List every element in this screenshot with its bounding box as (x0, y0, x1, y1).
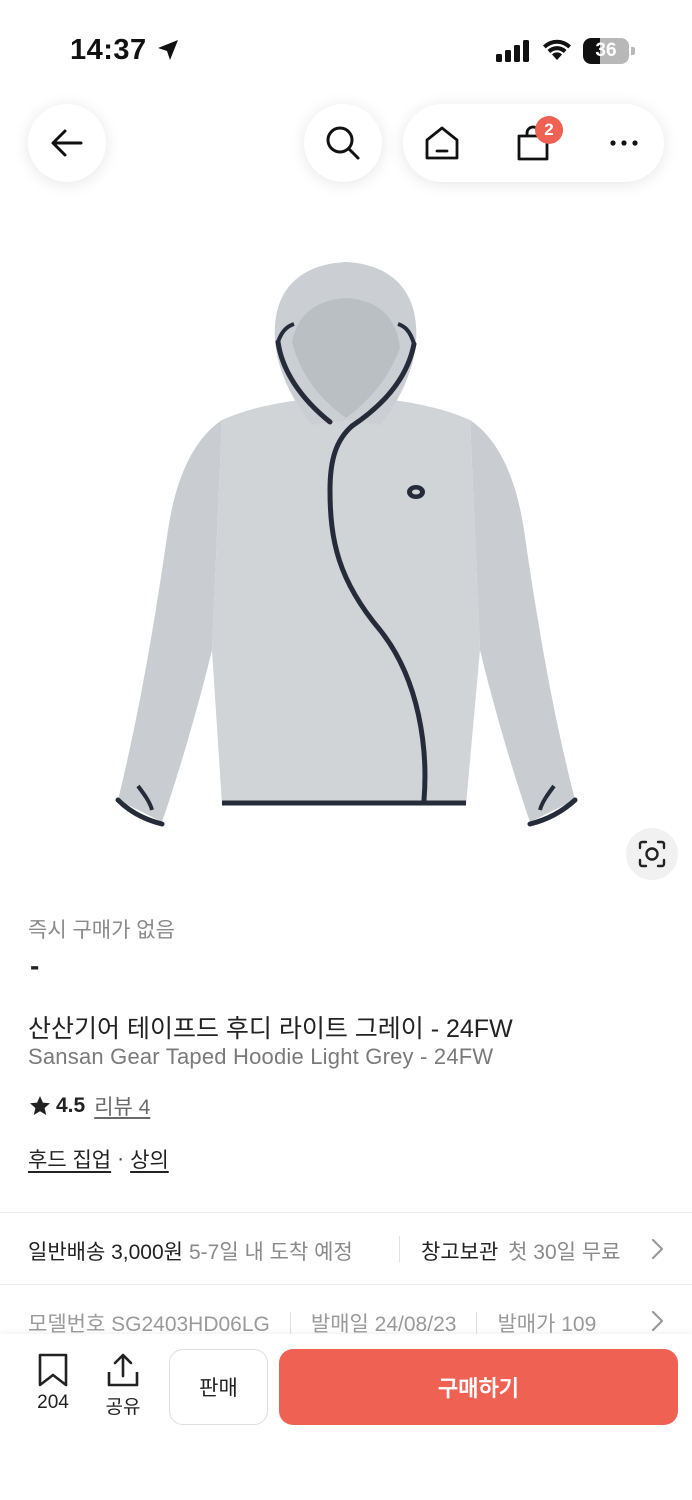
category-breadcrumb: 후드 집업 · 상의 (28, 1144, 169, 1174)
model-number: 모델번호 SG2403HD06LG (28, 1313, 270, 1334)
storage-label: 창고보관 (421, 1241, 499, 1264)
star-icon (30, 1096, 50, 1115)
cellular-signal-icon (496, 40, 529, 62)
product-title-en: Sansan Gear Taped Hoodie Light Grey - 24… (28, 1044, 494, 1069)
rating-score: 4.5 (56, 1094, 86, 1117)
more-icon (610, 140, 638, 146)
home-icon (425, 126, 459, 160)
location-arrow-icon (158, 40, 178, 60)
wifi-icon (543, 39, 571, 60)
share-label: 공유 (105, 1397, 141, 1418)
lens-scan-icon (638, 840, 666, 868)
category-link-tops[interactable]: 상의 (130, 1144, 169, 1174)
divider (0, 1284, 692, 1285)
share-button[interactable]: 공유 (95, 1352, 151, 1419)
search-button[interactable] (304, 104, 382, 182)
battery-indicator: 36 (583, 38, 635, 64)
bottom-action-bar: 204 공유 판매 구매하기 (0, 1334, 692, 1500)
battery-percent: 36 (595, 40, 617, 61)
image-search-button[interactable] (626, 828, 678, 880)
price-value: - (30, 950, 40, 981)
product-meta-row[interactable]: 모델번호 SG2403HD06LG 발매일 24/08/23 발매가 109 (0, 1286, 692, 1334)
search-icon (326, 126, 360, 160)
sell-button[interactable]: 판매 (169, 1349, 268, 1425)
chevron-right-icon (651, 1238, 664, 1260)
vertical-divider (399, 1236, 400, 1262)
category-separator: · (117, 1147, 125, 1170)
storage-note: 첫 30일 무료 (508, 1241, 621, 1264)
review-link[interactable]: 리뷰 4 (94, 1091, 150, 1121)
buy-button[interactable]: 구매하기 (279, 1349, 678, 1425)
bookmark-icon (38, 1353, 68, 1387)
bookmark-button[interactable]: 204 (25, 1352, 81, 1414)
more-button[interactable] (604, 123, 644, 163)
share-icon (107, 1353, 139, 1387)
back-arrow-icon (51, 129, 83, 157)
category-link-hood-zipup[interactable]: 후드 집업 (28, 1144, 111, 1174)
shipping-row[interactable]: 일반배송 3,000원 5-7일 내 도착 예정 창고보관 첫 30일 무료 (0, 1213, 692, 1283)
shipping-eta: 5-7일 내 도착 예정 (189, 1241, 353, 1264)
release-date: 발매일 24/08/23 (310, 1313, 457, 1334)
rating-row: 4.5 리뷰 4 (28, 1092, 150, 1120)
back-button[interactable] (28, 104, 106, 182)
release-price: 발매가 109 (497, 1313, 597, 1334)
chevron-right-icon (651, 1310, 664, 1332)
product-title-ko: 산산기어 테이프드 후디 라이트 그레이 - 24FW (28, 1015, 513, 1043)
status-bar: 14:37 36 (0, 0, 692, 100)
cart-count-badge: 2 (535, 116, 563, 144)
home-button[interactable] (422, 123, 462, 163)
product-image[interactable] (0, 230, 692, 880)
bookmark-count: 204 (37, 1392, 69, 1413)
shipping-info: 일반배송 3,000원 5-7일 내 도착 예정 (28, 1236, 353, 1266)
hoodie-image (115, 262, 578, 827)
price-label: 즉시 구매가 없음 (28, 919, 175, 942)
status-time: 14:37 (70, 34, 147, 66)
shipping-method: 일반배송 3,000원 (28, 1241, 183, 1264)
nav-action-group (403, 104, 664, 182)
storage-info: 창고보관 첫 30일 무료 (421, 1236, 620, 1266)
